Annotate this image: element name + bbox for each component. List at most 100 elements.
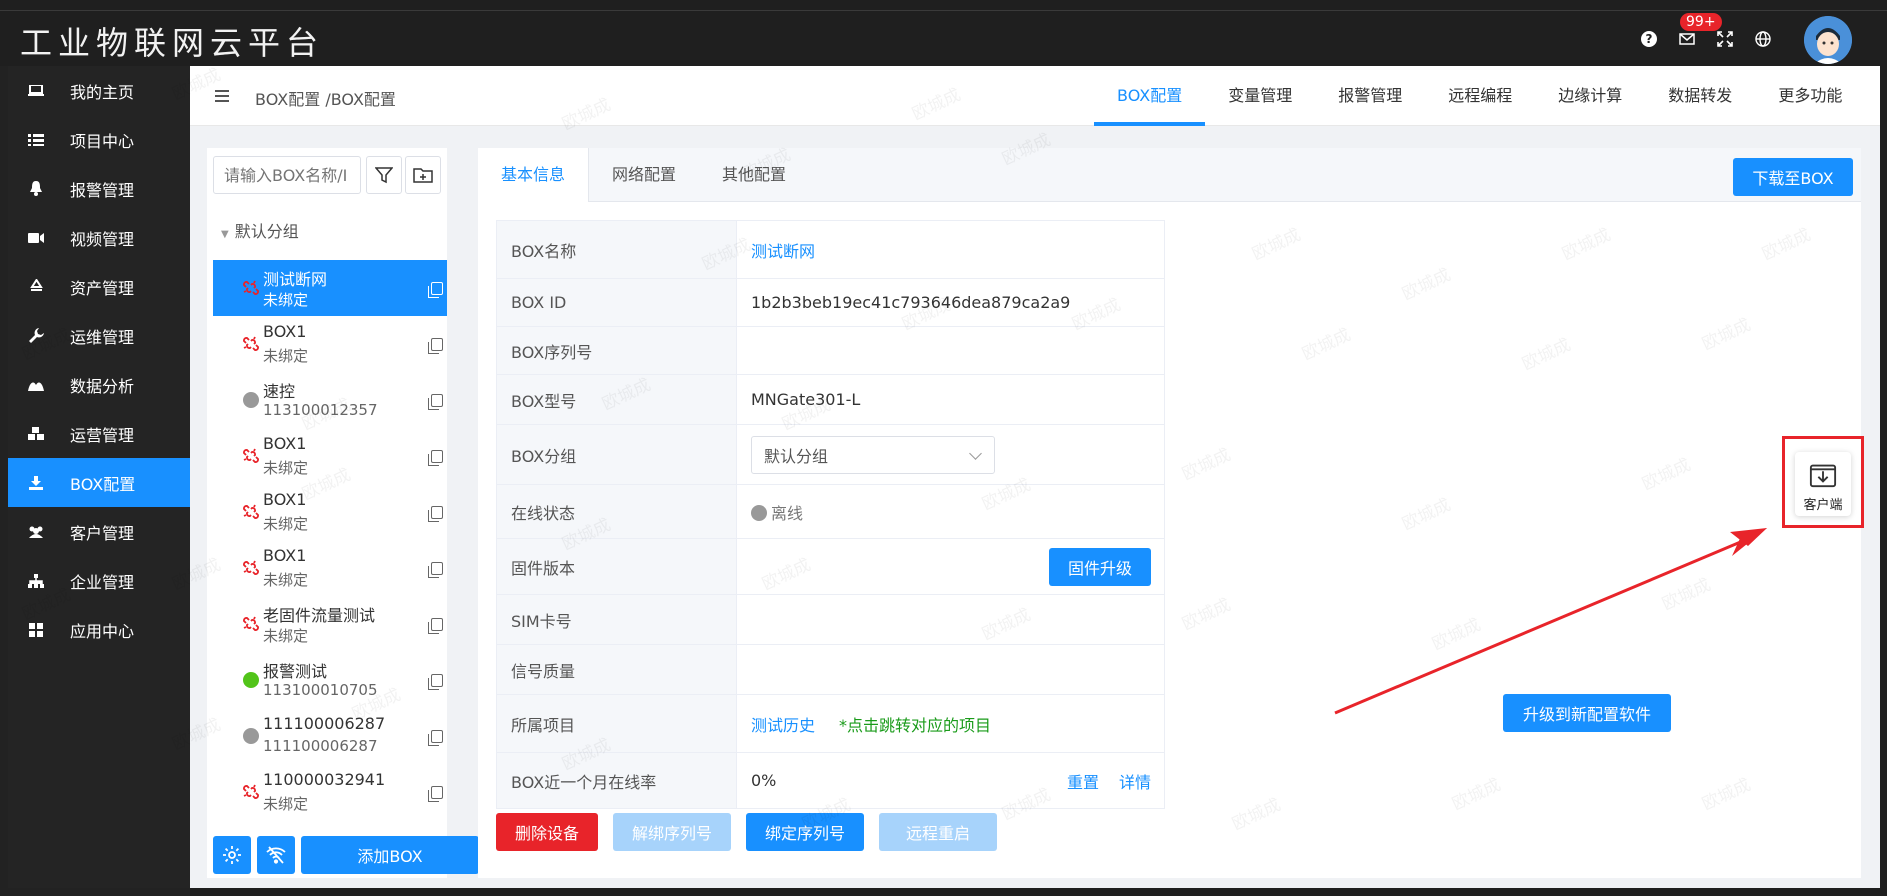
sidebar-item-label: 企业管理	[70, 572, 135, 592]
device-subtitle: 未绑定	[263, 627, 309, 645]
copy-icon[interactable]	[428, 730, 443, 746]
tab-data-forwarding[interactable]: 数据转发	[1645, 66, 1755, 126]
tab-other-config[interactable]: 其他配置	[699, 148, 809, 202]
download-icon	[28, 475, 44, 490]
copy-icon[interactable]	[428, 618, 443, 634]
box-info-table: BOX名称 测试断网 BOX ID 1b2b3beb19ec41c793646dea…	[496, 220, 1165, 809]
offline-dot-icon	[243, 392, 259, 408]
sidebar-item-box-config[interactable]: BOX配置	[8, 458, 190, 507]
signal-label: 信号质量	[496, 644, 737, 695]
unlink-icon	[243, 336, 259, 352]
device-subtitle: 未绑定	[263, 795, 309, 813]
tab-box-config[interactable]: BOX配置	[1094, 66, 1206, 126]
add-group-button[interactable]	[405, 156, 441, 194]
project-hint: *点击跳转对应的项目	[839, 715, 992, 735]
copy-icon[interactable]	[428, 506, 443, 522]
device-list-item[interactable]: BOX1 未绑定	[213, 428, 447, 484]
sidebar-item-video[interactable]: 视频管理	[8, 213, 190, 262]
sidebar-item-analytics[interactable]: 数据分析	[8, 360, 190, 409]
device-list-item[interactable]: 速控 113100012357	[213, 372, 447, 428]
tab-remote-programming[interactable]: 远程编程	[1425, 66, 1535, 126]
no-network-button[interactable]	[257, 836, 295, 874]
box-name-label: BOX名称	[496, 220, 737, 279]
copy-icon[interactable]	[428, 674, 443, 690]
settings-button[interactable]	[213, 836, 251, 874]
copy-icon[interactable]	[428, 786, 443, 802]
device-list-item[interactable]: BOX1 未绑定	[213, 316, 447, 372]
device-list-item[interactable]: BOX1 未绑定	[213, 540, 447, 596]
bind-serial-button[interactable]: 绑定序列号	[746, 813, 864, 851]
group-select[interactable]: 默认分组	[751, 435, 995, 474]
sidebar-item-enterprise[interactable]: 企业管理	[8, 556, 190, 605]
tab-basic-info[interactable]: 基本信息	[478, 148, 590, 202]
device-subtitle: 未绑定	[263, 347, 309, 365]
sidebar-item-alarms[interactable]: 报警管理	[8, 164, 190, 213]
menu-toggle-icon[interactable]	[215, 90, 229, 102]
group-label: 默认分组	[234, 222, 299, 241]
mail-icon[interactable]	[1678, 30, 1696, 48]
unlink-icon	[243, 784, 259, 800]
tab-variables[interactable]: 变量管理	[1205, 66, 1315, 126]
project-link[interactable]: 测试历史	[751, 716, 815, 735]
unbind-serial-button[interactable]: 解绑序列号	[613, 813, 731, 851]
device-subtitle: 未绑定	[263, 515, 309, 533]
search-input[interactable]	[213, 156, 361, 194]
device-tree: 测试断网 未绑定 BOX1 未绑定 速控 113100012357 BOX1 未绑定 BOX1 未…	[213, 260, 447, 813]
tab-network-config[interactable]: 网络配置	[589, 148, 699, 202]
sidebar-item-operations[interactable]: 运营管理	[8, 409, 190, 458]
group-header[interactable]: ▼ 默认分组	[221, 218, 299, 242]
device-list-item[interactable]: 报警测试 113100010705	[213, 652, 447, 708]
unlink-icon	[243, 504, 259, 520]
device-subtitle: 未绑定	[263, 571, 309, 589]
device-list-item[interactable]: BOX1 未绑定	[213, 484, 447, 540]
detail-link[interactable]: 详情	[1119, 773, 1151, 792]
remote-reboot-button[interactable]: 远程重启	[879, 813, 997, 851]
delete-device-button[interactable]: 删除设备	[496, 813, 598, 851]
device-list-item[interactable]: 测试断网 未绑定	[213, 260, 447, 316]
device-list-item[interactable]: 110000032941 未绑定	[213, 764, 447, 813]
filter-button[interactable]	[366, 156, 402, 194]
download-to-box-button[interactable]: 下载至BOX	[1733, 158, 1853, 196]
add-folder-icon	[413, 168, 433, 183]
copy-icon[interactable]	[428, 282, 443, 298]
help-icon[interactable]: ?	[1640, 30, 1658, 48]
copy-icon[interactable]	[428, 394, 443, 410]
copy-icon[interactable]	[428, 450, 443, 466]
device-list-item[interactable]: 111100006287 111100006287	[213, 708, 447, 764]
sidebar: 我的主页 项目中心 报警管理 视频管理 资产管理 运维管理 数据分析 运营管理 …	[8, 66, 190, 888]
device-list-item[interactable]: 老固件流量测试 未绑定	[213, 596, 447, 652]
box-id-label: BOX ID	[496, 278, 737, 327]
globe-icon[interactable]	[1754, 30, 1772, 48]
add-box-button[interactable]: 添加BOX	[301, 836, 479, 874]
right-strip	[1880, 66, 1887, 896]
top-divider	[0, 10, 1887, 11]
sidebar-item-customers[interactable]: 客户管理	[8, 507, 190, 556]
avatar[interactable]	[1804, 16, 1852, 64]
tab-edge-computing[interactable]: 边缘计算	[1535, 66, 1645, 126]
group-select-value: 默认分组	[764, 446, 829, 466]
device-name: 测试断网	[263, 270, 328, 289]
reset-link[interactable]: 重置	[1067, 773, 1099, 792]
box-model-label: BOX型号	[496, 374, 737, 425]
fullscreen-icon[interactable]	[1716, 30, 1734, 48]
sidebar-item-label: 运营管理	[70, 425, 135, 445]
copy-icon[interactable]	[428, 562, 443, 578]
box-serial-value	[736, 326, 1165, 375]
sidebar-item-home[interactable]: 我的主页	[8, 66, 190, 115]
device-name: 111100006287	[263, 714, 386, 733]
breadcrumb-bar: BOX配置 /BOX配置 BOX配置 变量管理 报警管理 远程编程 边缘计算 数…	[190, 66, 1880, 126]
gear-icon	[223, 846, 241, 864]
list-footer: 添加BOX	[213, 836, 479, 874]
sidebar-item-assets[interactable]: 资产管理	[8, 262, 190, 311]
copy-icon[interactable]	[428, 338, 443, 354]
sidebar-item-apps[interactable]: 应用中心	[8, 605, 190, 654]
tab-alarms[interactable]: 报警管理	[1315, 66, 1425, 126]
list-icon	[28, 133, 44, 146]
tab-more[interactable]: 更多功能	[1755, 66, 1865, 126]
sidebar-item-label: 运维管理	[70, 327, 135, 347]
sidebar-item-projects[interactable]: 项目中心	[8, 115, 190, 164]
online-dot-icon	[243, 672, 259, 688]
firmware-upgrade-button[interactable]: 固件升级	[1049, 548, 1151, 586]
highlight-box	[1782, 436, 1864, 528]
sidebar-item-ops[interactable]: 运维管理	[8, 311, 190, 360]
